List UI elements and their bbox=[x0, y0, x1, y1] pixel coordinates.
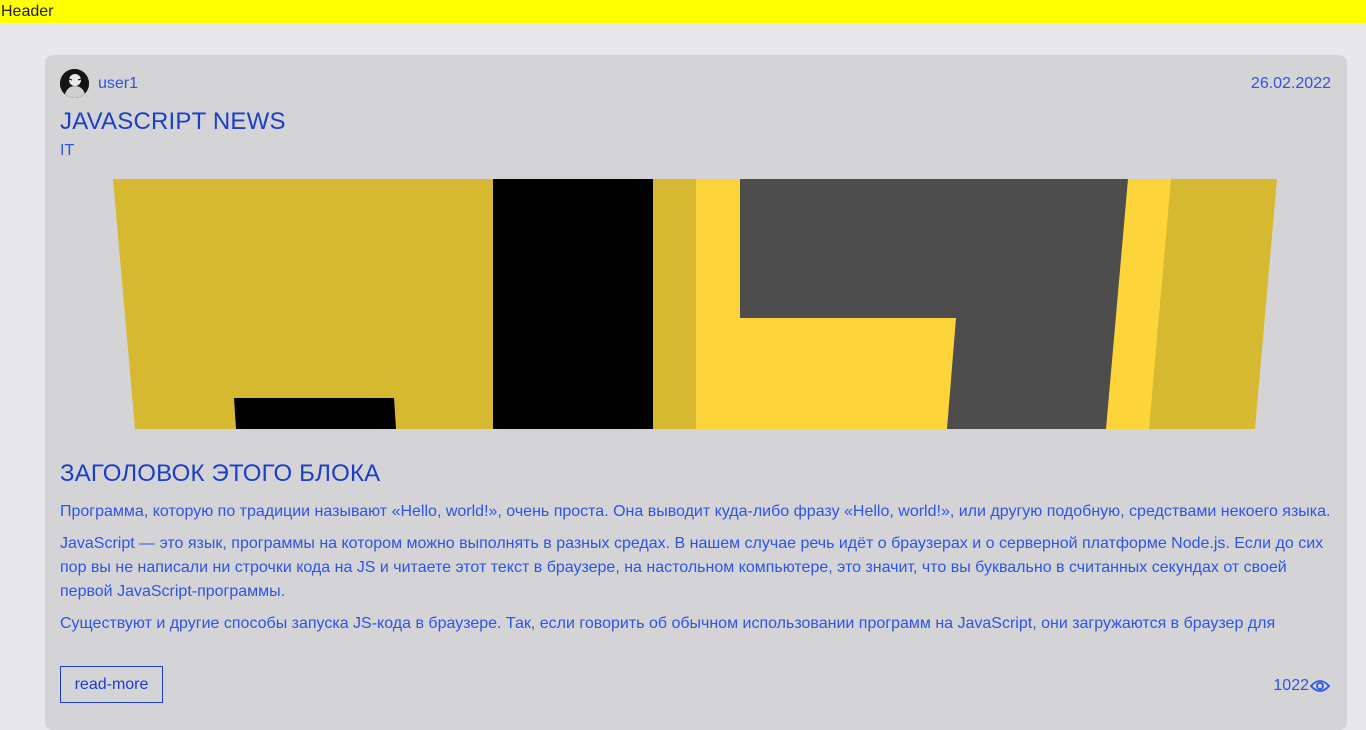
block-title: ЗАГОЛОВОК ЭТОГО БЛОКА bbox=[60, 460, 381, 487]
post-title: JAVASCRIPT NEWS bbox=[60, 108, 286, 135]
avatar-icon bbox=[60, 69, 89, 98]
read-more-button[interactable]: read-more bbox=[60, 666, 163, 703]
body-paragraph: Существуют и другие способы запуска JS-к… bbox=[60, 615, 1276, 632]
body-paragraph: Программа, которую по традиции называют … bbox=[60, 503, 1331, 520]
body-paragraph: JavaScript — это язык, программы на кото… bbox=[60, 535, 1324, 600]
author-username[interactable]: user1 bbox=[98, 75, 138, 93]
user-avatar[interactable] bbox=[60, 69, 89, 98]
view-count: 1022 bbox=[1273, 677, 1309, 694]
post-date: 26.02.2022 bbox=[1250, 75, 1331, 92]
view-counter: 1022 bbox=[1273, 677, 1330, 695]
js-logo-banner bbox=[113, 179, 1277, 429]
post-category[interactable]: IT bbox=[60, 142, 74, 160]
post-body: Программа, которую по традиции называют … bbox=[60, 500, 1335, 650]
header-label: Header bbox=[1, 3, 54, 20]
post-card: user1 26.02.2022 JAVASCRIPT NEWS IT ЗАГО… bbox=[45, 55, 1347, 730]
page-header: Header bbox=[0, 0, 1366, 23]
eye-icon bbox=[1310, 680, 1330, 692]
